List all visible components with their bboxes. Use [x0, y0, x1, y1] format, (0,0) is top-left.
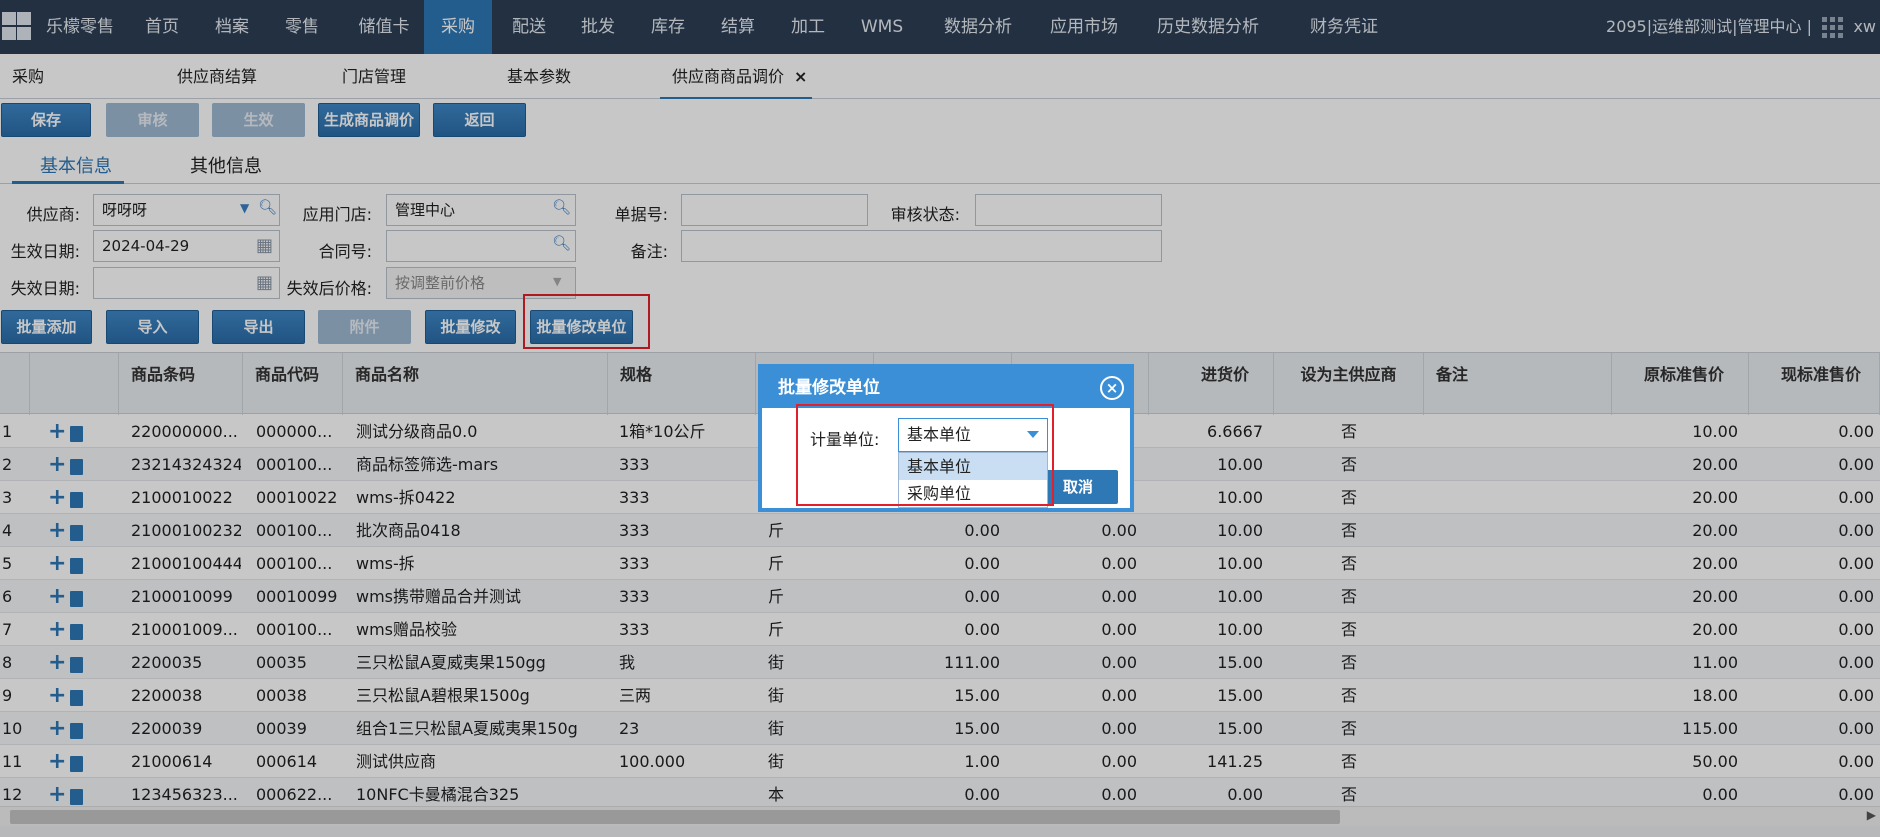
close-icon[interactable]: × — [1100, 376, 1124, 400]
highlight-box — [796, 404, 1054, 506]
dialog-title: 批量修改单位 — [762, 368, 1130, 408]
app-window: 乐檬零售 首页 档案 零售 储值卡 采购 配送 批发 库存 结算 加工 WMS … — [0, 0, 1880, 837]
